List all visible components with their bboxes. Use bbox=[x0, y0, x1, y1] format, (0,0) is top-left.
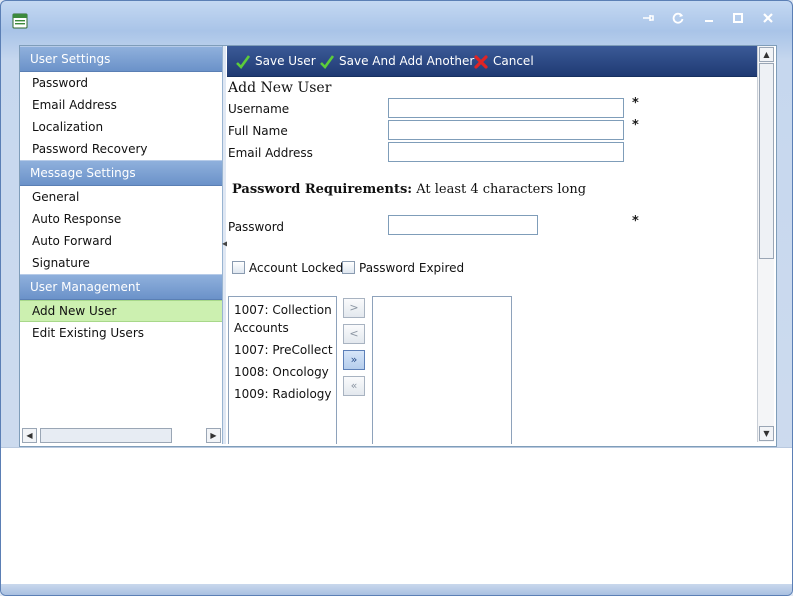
cancel-button[interactable]: Cancel bbox=[473, 46, 534, 76]
pin-icon[interactable] bbox=[637, 11, 659, 31]
save-and-add-another-label: Save And Add Another bbox=[339, 54, 475, 68]
save-user-label: Save User bbox=[255, 54, 316, 68]
form-title: Add New User bbox=[228, 80, 332, 96]
sidebar-item-password-recovery[interactable]: Password Recovery bbox=[20, 138, 222, 160]
group-header-user-management[interactable]: User Management bbox=[20, 274, 222, 300]
scroll-up-arrow-icon[interactable]: ▲ bbox=[759, 47, 774, 62]
list-item[interactable]: 1009: Radiology bbox=[229, 385, 336, 403]
save-user-button[interactable]: Save User bbox=[235, 46, 316, 76]
maximize-icon[interactable] bbox=[727, 11, 749, 31]
password-requirements-text: At least 4 characters long bbox=[412, 182, 587, 197]
password-expired-label: Password Expired bbox=[359, 261, 465, 275]
password-expired-checkbox[interactable]: Password Expired bbox=[342, 261, 464, 275]
minimize-icon[interactable] bbox=[698, 11, 720, 31]
password-requirements: Password Requirements: At least 4 charac… bbox=[232, 182, 586, 197]
list-item[interactable]: 1007: Collection Accounts bbox=[229, 301, 336, 337]
list-item[interactable]: 1008: Oncology bbox=[229, 363, 336, 381]
settings-sidebar: User Settings Password Email Address Loc… bbox=[20, 46, 223, 444]
main-panel: User Settings Password Email Address Loc… bbox=[19, 45, 777, 447]
sidebar-item-auto-response[interactable]: Auto Response bbox=[20, 208, 222, 230]
password-input[interactable] bbox=[388, 215, 538, 235]
available-groups-list[interactable]: 1007: Collection Accounts 1007: PreColle… bbox=[228, 296, 337, 444]
sidebar-horizontal-scrollbar[interactable]: ◀ ▶ bbox=[22, 428, 221, 443]
move-all-left-button[interactable]: « bbox=[343, 376, 365, 396]
close-icon[interactable] bbox=[757, 11, 779, 31]
sidebar-item-edit-existing-users[interactable]: Edit Existing Users bbox=[20, 322, 222, 344]
scrollbar-thumb[interactable] bbox=[759, 63, 774, 259]
sidebar-item-auto-forward[interactable]: Auto Forward bbox=[20, 230, 222, 252]
fullname-input[interactable] bbox=[388, 120, 624, 140]
app-icon bbox=[12, 13, 28, 29]
scroll-right-arrow-icon[interactable]: ▶ bbox=[206, 428, 221, 443]
sidebar-item-password[interactable]: Password bbox=[20, 72, 222, 94]
sidebar-item-signature[interactable]: Signature bbox=[20, 252, 222, 274]
form-toolbar: Save User Save And Add Another Cancel bbox=[227, 46, 757, 77]
cancel-label: Cancel bbox=[493, 54, 534, 68]
password-required-mark: * bbox=[632, 214, 639, 229]
add-user-form-panel: Save User Save And Add Another Cancel ▲ … bbox=[227, 46, 775, 444]
move-left-button[interactable]: < bbox=[343, 324, 365, 344]
list-item[interactable]: 1007: PreCollect bbox=[229, 341, 336, 359]
username-input[interactable] bbox=[388, 98, 624, 118]
username-label: Username bbox=[228, 102, 290, 116]
move-all-right-button[interactable]: » bbox=[343, 350, 365, 370]
password-label: Password bbox=[228, 220, 285, 234]
window-bottom-border bbox=[1, 584, 792, 595]
group-header-user-settings[interactable]: User Settings bbox=[20, 46, 222, 72]
title-bar bbox=[1, 1, 792, 39]
scroll-left-arrow-icon[interactable]: ◀ bbox=[22, 428, 37, 443]
fullname-required-mark: * bbox=[632, 118, 639, 133]
account-locked-checkbox[interactable]: Account Locked bbox=[232, 261, 343, 275]
refresh-icon[interactable] bbox=[667, 11, 689, 31]
assigned-groups-list[interactable] bbox=[372, 296, 512, 444]
sidebar-item-email-address[interactable]: Email Address bbox=[20, 94, 222, 116]
sidebar-item-general[interactable]: General bbox=[20, 186, 222, 208]
scrollbar-thumb[interactable] bbox=[40, 428, 172, 443]
email-input[interactable] bbox=[388, 142, 624, 162]
checkbox-icon[interactable] bbox=[342, 261, 355, 274]
checkmark-icon bbox=[320, 54, 335, 69]
account-locked-label: Account Locked bbox=[249, 261, 344, 275]
red-x-icon bbox=[474, 54, 488, 69]
bottom-pane bbox=[1, 447, 792, 585]
username-required-mark: * bbox=[632, 96, 639, 111]
fullname-label: Full Name bbox=[228, 124, 288, 138]
checkmark-icon bbox=[236, 54, 251, 69]
group-header-message-settings[interactable]: Message Settings bbox=[20, 160, 222, 186]
user-settings-window: User Settings Password Email Address Loc… bbox=[0, 0, 793, 596]
checkbox-icon[interactable] bbox=[232, 261, 245, 274]
password-requirements-heading: Password Requirements: bbox=[232, 182, 413, 197]
move-right-button[interactable]: > bbox=[343, 298, 365, 318]
sidebar-item-add-new-user[interactable]: Add New User bbox=[20, 300, 222, 322]
email-label: Email Address bbox=[228, 146, 313, 160]
form-vertical-scrollbar[interactable]: ▲ ▼ bbox=[757, 46, 774, 442]
sidebar-item-localization[interactable]: Localization bbox=[20, 116, 222, 138]
save-and-add-another-button[interactable]: Save And Add Another bbox=[319, 46, 474, 76]
scroll-down-arrow-icon[interactable]: ▼ bbox=[759, 426, 774, 441]
